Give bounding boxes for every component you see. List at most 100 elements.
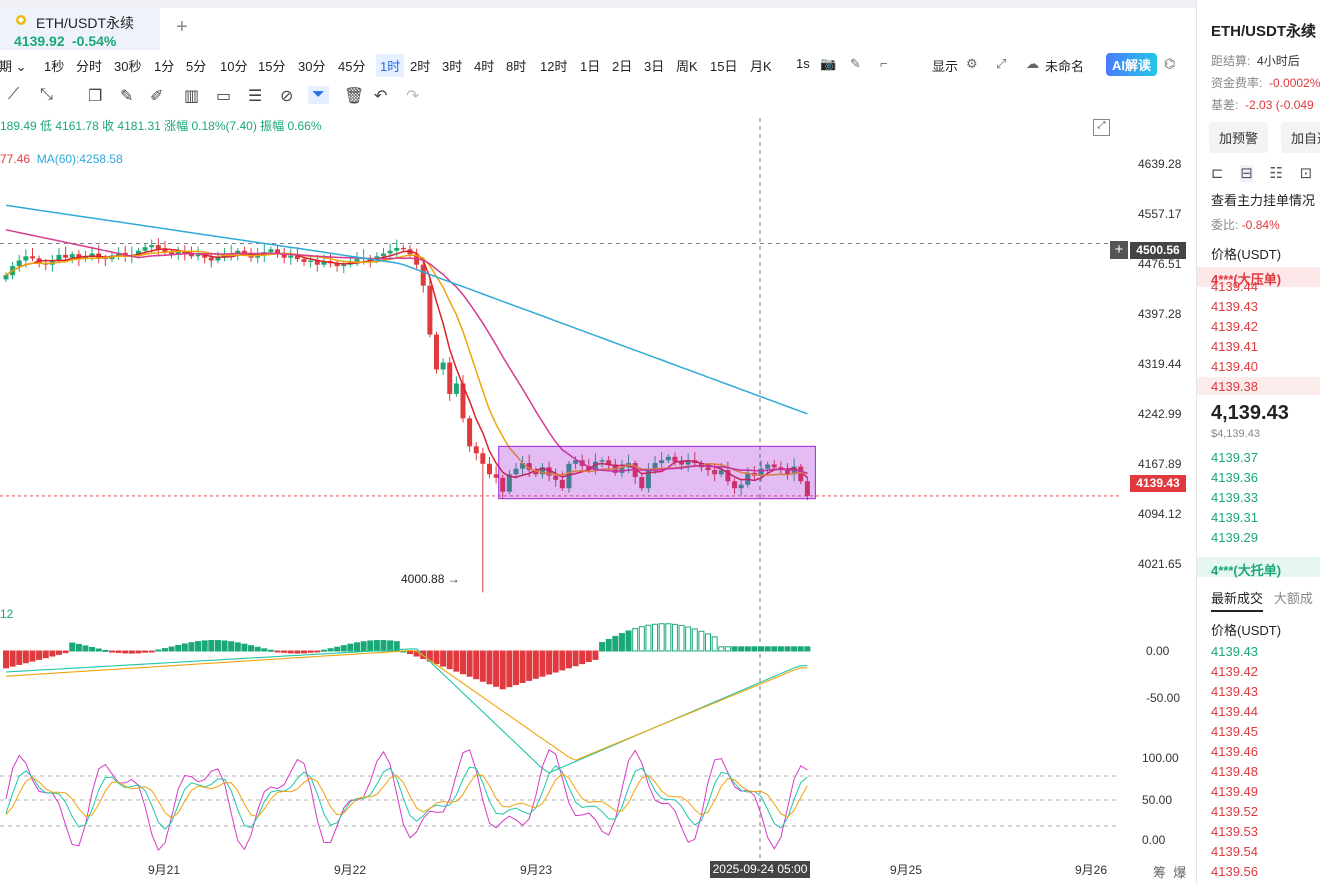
macd-bar bbox=[334, 646, 341, 652]
macd-bar bbox=[3, 650, 9, 669]
candle-body bbox=[387, 250, 393, 254]
order-price: 4139.43 bbox=[1211, 299, 1258, 314]
price-header: 价格(USDT) bbox=[1211, 247, 1282, 262]
macd-bar bbox=[128, 650, 135, 654]
order-price: 4139.31 bbox=[1211, 510, 1258, 525]
macd-bar bbox=[208, 640, 215, 652]
macd-bar bbox=[440, 650, 447, 667]
order-price: 4139.40 bbox=[1211, 359, 1258, 374]
macd-bar bbox=[195, 641, 202, 652]
trade-price: 4139.42 bbox=[1211, 664, 1258, 679]
macd-bar bbox=[771, 646, 778, 652]
trades-tabs: 最新成交 大额成 bbox=[1211, 588, 1313, 612]
burst-label: 爆 bbox=[1173, 865, 1187, 880]
macd-bar bbox=[82, 645, 89, 652]
trade-price: 4139.43 bbox=[1211, 684, 1258, 699]
macd-bar bbox=[22, 650, 29, 664]
kdj-k-line bbox=[5, 764, 808, 831]
mark-price: $4,139.43 bbox=[1211, 428, 1260, 440]
macd-bar bbox=[652, 623, 659, 652]
settle-value: 4小时后 bbox=[1257, 54, 1300, 68]
macd-bar bbox=[698, 630, 705, 652]
panel-view-icons: ⊏ ⊟ ☷ ⊡ bbox=[1211, 164, 1312, 182]
y-tick-kdj: 50.00 bbox=[1142, 793, 1173, 807]
macd-bar bbox=[367, 640, 374, 652]
ma5-line bbox=[5, 248, 808, 482]
chip-button[interactable]: 筹 爆 bbox=[1153, 862, 1186, 881]
macd-bar bbox=[658, 623, 665, 652]
macd-bar bbox=[526, 650, 533, 681]
macd-bar bbox=[705, 633, 712, 652]
low-price-label: 4000.88 → bbox=[401, 572, 460, 586]
macd-bar bbox=[645, 624, 652, 652]
crosshair-time-badge: 2025-09-24 05:00 bbox=[710, 861, 810, 878]
fullscreen-icon[interactable]: ⤢ bbox=[1093, 119, 1110, 136]
candle-body bbox=[394, 247, 400, 251]
macd-bar bbox=[546, 650, 553, 675]
macd-bar bbox=[638, 626, 645, 652]
candle-body bbox=[473, 446, 479, 454]
candle-body bbox=[400, 247, 406, 250]
order-price: 4139.36 bbox=[1211, 470, 1258, 485]
macd-bar bbox=[744, 646, 751, 652]
funding-label: 资金费率: bbox=[1211, 76, 1263, 90]
candle-body bbox=[467, 418, 473, 447]
candle-body bbox=[447, 362, 453, 394]
trade-price: 4139.43 bbox=[1211, 644, 1258, 659]
x-tick: 9月21 bbox=[148, 863, 181, 877]
trade-price: 4139.46 bbox=[1211, 744, 1258, 759]
macd-bar bbox=[75, 643, 82, 652]
macd-bar bbox=[738, 646, 745, 652]
macd-bar bbox=[539, 650, 546, 677]
candle-body bbox=[493, 474, 499, 478]
candle-body bbox=[480, 453, 486, 464]
tab-latest-trades[interactable]: 最新成交 bbox=[1211, 591, 1264, 612]
macd-bar bbox=[605, 638, 612, 652]
main-order-link[interactable]: 查看主力挂单情况 bbox=[1211, 190, 1315, 209]
big-bid-label: 4***(大托单) bbox=[1211, 563, 1282, 578]
macd-bar bbox=[148, 650, 155, 653]
macd-bar bbox=[512, 650, 519, 686]
macd-bar bbox=[340, 645, 347, 652]
macd-bar bbox=[479, 650, 486, 682]
add-alert-button[interactable]: 加预警 bbox=[1209, 122, 1269, 153]
dea-line bbox=[5, 650, 808, 761]
layout-icon-2[interactable]: ⊟ bbox=[1240, 165, 1253, 182]
funding-value: -0.0002% bbox=[1269, 76, 1320, 90]
macd-bar bbox=[466, 650, 473, 677]
add-watchlist-button[interactable]: 加自选 bbox=[1281, 122, 1320, 153]
macd-bar bbox=[234, 642, 241, 652]
macd-bar bbox=[354, 642, 361, 652]
candle-body bbox=[381, 253, 387, 257]
macd-bar bbox=[320, 649, 327, 652]
add-price-alert-icon[interactable]: + bbox=[1110, 241, 1128, 259]
candle-body bbox=[420, 264, 426, 286]
macd-bar bbox=[248, 645, 255, 652]
candle-body bbox=[142, 247, 148, 251]
macd-bar bbox=[731, 646, 738, 652]
funding-row: 资金费率: -0.0002% bbox=[1211, 74, 1320, 91]
candle-body bbox=[301, 259, 307, 262]
macd-bar bbox=[155, 649, 162, 652]
ma10-line bbox=[5, 250, 808, 477]
macd-bar bbox=[493, 650, 500, 687]
x-tick: 9月22 bbox=[334, 863, 367, 877]
macd-bar bbox=[592, 650, 599, 660]
macd-bar bbox=[751, 646, 758, 652]
macd-bar bbox=[108, 650, 115, 653]
macd-bar bbox=[55, 650, 62, 655]
trade-price: 4139.49 bbox=[1211, 784, 1258, 799]
macd-bar bbox=[579, 650, 586, 665]
last-price: 4,139.43 bbox=[1211, 402, 1289, 424]
macd-bar bbox=[446, 650, 453, 670]
macd-bar bbox=[254, 646, 261, 652]
layout-icon-4[interactable]: ⊡ bbox=[1300, 165, 1313, 182]
layout-icon-3[interactable]: ☷ bbox=[1270, 165, 1283, 182]
macd-bar bbox=[102, 649, 109, 652]
price-chart[interactable] bbox=[0, 0, 1196, 884]
layout-icon-1[interactable]: ⊏ bbox=[1211, 165, 1224, 182]
chip-label: 筹 bbox=[1153, 865, 1167, 880]
tab-large-trades[interactable]: 大额成 bbox=[1274, 591, 1313, 606]
macd-bar bbox=[804, 646, 811, 652]
macd-bar bbox=[625, 630, 632, 652]
